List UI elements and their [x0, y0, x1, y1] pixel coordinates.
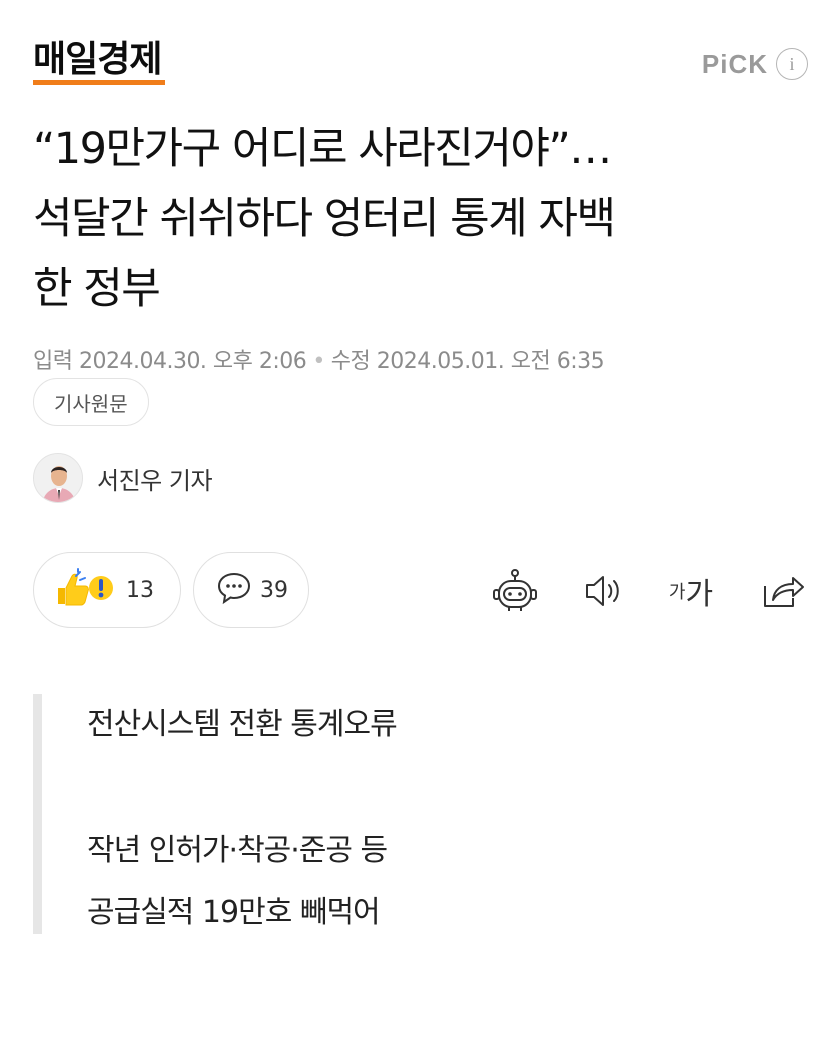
font-size-button[interactable]: 가가: [666, 566, 716, 616]
reporter-photo-icon: [34, 454, 82, 502]
headline-line: 한 정부: [33, 264, 161, 314]
reporter-name: 서진우 기자: [97, 466, 213, 495]
speech-bubble-icon: [216, 571, 252, 609]
press-logo-underline: [33, 80, 165, 85]
font-size-small-glyph: 가: [668, 582, 686, 603]
pick-badge[interactable]: PiCK i: [702, 48, 808, 80]
reaction-count: 13: [126, 577, 154, 603]
reporter-info[interactable]: 서진우 기자: [33, 452, 213, 504]
reporter-avatar: [33, 453, 83, 503]
summary-bot-button[interactable]: [490, 566, 540, 616]
press-name: 매일경제: [33, 39, 162, 80]
modified-date: 수정 2024.05.01. 오전 6:35: [330, 349, 605, 374]
published-date: 입력 2024.04.30. 오후 2:06: [33, 349, 307, 374]
thumbs-up-surprise-icon: [54, 568, 114, 612]
original-article-button[interactable]: 기사원문: [33, 378, 149, 426]
comment-count: 39: [260, 577, 288, 603]
font-size-big-glyph: 가: [685, 577, 714, 612]
summary-line: 전산시스템 전환 통계오류: [87, 707, 398, 742]
article-headline: “19만가구 어디로 사라진거야”… 석달간 쉬쉬하다 엉터리 통계 자백 한 …: [33, 114, 813, 324]
share-icon: [764, 577, 804, 607]
headline-line: “19만가구 어디로 사라진거야”…: [33, 124, 612, 174]
article-summary: 전산시스템 전환 통계오류 작년 인허가·착공·준공 등 공급실적 19만호 빼…: [33, 694, 793, 934]
info-icon[interactable]: i: [776, 48, 808, 80]
speaker-icon: [586, 576, 619, 606]
press-logo[interactable]: 매일경제: [33, 39, 165, 88]
summary-line: 공급실적 19만호 빼먹어: [87, 895, 381, 930]
summary-line: 작년 인허가·착공·준공 등: [87, 833, 388, 868]
reaction-button[interactable]: 13: [33, 552, 181, 628]
pick-label: PiCK: [701, 48, 768, 79]
share-button[interactable]: [758, 566, 808, 616]
headline-line: 석달간 쉬쉬하다 엉터리 통계 자백: [33, 194, 616, 244]
article-datestamp: 입력 2024.04.30. 오후 2:06 • 수정 2024.05.01. 오전…: [33, 343, 605, 375]
text-to-speech-button[interactable]: [578, 566, 628, 616]
article-header: 매일경제 PiCK i: [33, 40, 808, 88]
summary-spacer: [87, 756, 793, 820]
comment-button[interactable]: 39: [193, 552, 309, 628]
meta-separator: •: [312, 349, 325, 374]
robot-icon: [493, 569, 537, 611]
